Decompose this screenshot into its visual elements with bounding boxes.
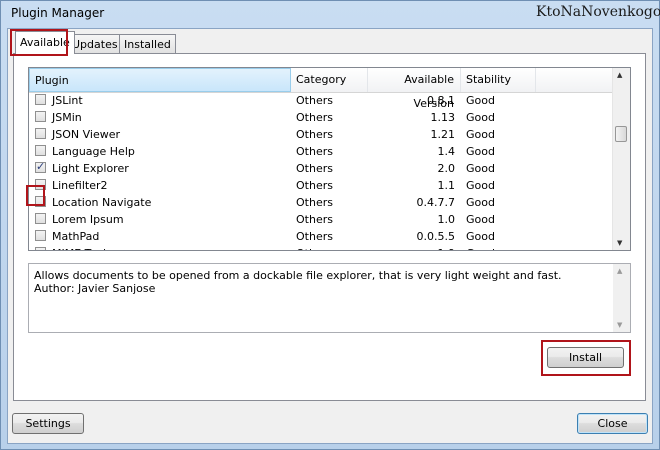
plugin-manager-window: Plugin Manager KtoNaNovenkogo.ru Availab… (0, 0, 660, 450)
plugin-checkbox[interactable] (35, 196, 46, 207)
plugin-stability: Good (466, 196, 495, 209)
list-rows: JSLint Others 0.8.1 Good JSMin Others 1.13 Good… (29, 92, 615, 250)
plugin-name: Linefilter2 (52, 179, 108, 192)
plugin-version: 0.0.5.5 (416, 230, 455, 243)
plugin-stability: Good (466, 162, 495, 175)
plugin-version: 0.4.7.7 (416, 196, 455, 209)
install-button[interactable]: Install (547, 347, 624, 368)
plugin-stability: Good (466, 179, 495, 192)
plugin-category: Others (296, 230, 333, 243)
plugin-name: JSLint (52, 94, 83, 107)
plugin-category: Others (296, 128, 333, 141)
plugin-checkbox[interactable] (35, 230, 46, 241)
column-header-stability[interactable]: Stability (461, 68, 536, 92)
table-row[interactable]: MIME Tools Others 1.9 Good (29, 245, 615, 250)
plugin-name: JSMin (52, 111, 82, 124)
plugin-stability: Good (466, 245, 495, 250)
table-row[interactable]: Language Help Others 1.4 Good (29, 143, 615, 160)
plugin-checkbox[interactable] (35, 247, 46, 250)
plugin-name: Light Explorer (52, 162, 129, 175)
table-row[interactable]: JSON Viewer Others 1.21 Good (29, 126, 615, 143)
plugin-stability: Good (466, 230, 495, 243)
table-row[interactable]: Light Explorer Others 2.0 Good (29, 160, 615, 177)
plugin-name: MIME Tools (52, 245, 112, 250)
plugin-description-box[interactable]: Allows documents to be opened from a doc… (28, 263, 631, 333)
table-row[interactable]: MathPad Others 0.0.5.5 Good (29, 228, 615, 245)
plugin-version: 1.21 (430, 128, 456, 141)
desc-scroll-down-icon[interactable]: ▼ (617, 321, 622, 329)
plugin-name: MathPad (52, 230, 100, 243)
plugin-name: Language Help (52, 145, 135, 158)
table-row[interactable]: Linefilter2 Others 1.1 Good (29, 177, 615, 194)
watermark-text: KtoNaNovenkogo.ru (536, 4, 660, 20)
plugin-list[interactable]: Plugin Category Available Version Stabil… (28, 67, 631, 251)
plugin-checkbox[interactable] (35, 145, 46, 156)
plugin-stability: Good (466, 145, 495, 158)
description-author: Author: Javier Sanjose (34, 282, 156, 295)
tab-panel-available: Plugin Category Available Version Stabil… (13, 53, 646, 401)
plugin-version: 1.9 (368, 245, 456, 250)
plugin-checkbox[interactable] (35, 111, 46, 122)
scroll-thumb[interactable] (615, 126, 627, 142)
description-text: Allows documents to be opened from a doc… (34, 269, 614, 295)
plugin-category: Others (296, 94, 333, 107)
plugin-stability: Good (466, 213, 495, 226)
tab-available[interactable]: Available (15, 31, 75, 54)
window-title: Plugin Manager (11, 6, 105, 20)
table-row[interactable]: Lorem Ipsum Others 1.0 Good (29, 211, 615, 228)
column-header-version[interactable]: Available Version (368, 68, 461, 110)
table-row[interactable]: JSMin Others 1.13 Good (29, 109, 615, 126)
plugin-category: Others (296, 213, 333, 226)
description-line: Allows documents to be opened from a doc… (34, 269, 562, 282)
plugin-checkbox[interactable] (35, 179, 46, 190)
tab-updates[interactable]: Updates (67, 34, 123, 53)
plugin-version: 0.8.1 (427, 94, 455, 107)
plugin-checkbox[interactable] (35, 160, 46, 173)
list-vertical-scrollbar[interactable]: ▲ ▼ (612, 68, 630, 250)
plugin-version: 2.0 (437, 162, 456, 175)
plugin-category: Others (296, 196, 333, 209)
column-header-category[interactable]: Category (291, 68, 368, 92)
plugin-category: Others (296, 111, 333, 124)
plugin-version: 1.13 (430, 111, 456, 124)
plugin-name: Location Navigate (52, 196, 152, 209)
column-header-plugin[interactable]: Plugin (29, 68, 291, 92)
plugin-checkbox[interactable] (35, 213, 46, 224)
close-button[interactable]: Close (577, 413, 648, 434)
plugin-category: Others (296, 145, 333, 158)
plugin-category: Others (296, 162, 333, 175)
list-header: Plugin Category Available Version Stabil… (29, 68, 615, 110)
settings-button[interactable]: Settings (12, 413, 84, 434)
plugin-version: 1.1 (437, 179, 456, 192)
desc-scroll-up-icon[interactable]: ▲ (617, 267, 622, 275)
table-row[interactable]: Location Navigate Others 0.4.7.7 Good (29, 194, 615, 211)
plugin-category: Others (296, 179, 333, 192)
plugin-stability: Good (466, 111, 495, 124)
plugin-name: Lorem Ipsum (52, 213, 124, 226)
table-row[interactable]: JSLint Others 0.8.1 Good (29, 92, 615, 109)
plugin-name: JSON Viewer (52, 128, 121, 141)
plugin-version: 1.0 (437, 213, 456, 226)
title-bar[interactable]: Plugin Manager KtoNaNovenkogo.ru (1, 1, 660, 27)
plugin-checkbox[interactable] (35, 94, 46, 105)
plugin-category: Others (296, 245, 333, 250)
scroll-up-icon[interactable]: ▲ (617, 71, 622, 79)
plugin-checkbox[interactable] (35, 128, 46, 139)
description-scrollbar[interactable]: ▲ ▼ (613, 264, 630, 332)
plugin-stability: Good (466, 94, 495, 107)
plugin-version: 1.4 (437, 145, 456, 158)
scroll-down-icon[interactable]: ▼ (617, 239, 622, 247)
plugin-stability: Good (466, 128, 495, 141)
tab-installed[interactable]: Installed (119, 34, 176, 53)
dialog-client-area: Available Updates Installed Plugin Categ… (7, 28, 653, 444)
